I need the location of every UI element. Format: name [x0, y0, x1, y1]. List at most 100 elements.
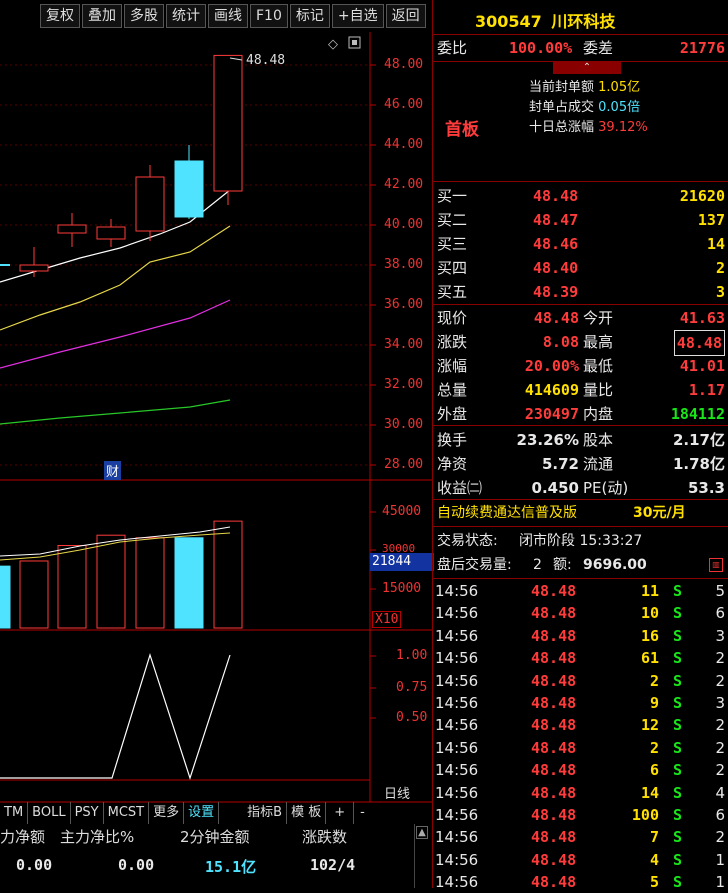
price-tick-label: 32.00 [384, 377, 424, 392]
fund-label: 换手 [437, 431, 468, 449]
tick-side: S [673, 806, 683, 824]
volume-bar [57, 545, 87, 629]
diamond-icon[interactable]: ◇ [328, 37, 338, 52]
flow-header-2min: 2分钟金额 [180, 828, 250, 846]
period-label[interactable]: 日线 [384, 783, 410, 802]
ind-tick-05: 0.50 [396, 710, 428, 725]
flow-header-updown: 涨跌数 [302, 828, 348, 846]
chart-icon[interactable]: ▥ [709, 558, 723, 572]
collapse-chevron-icon[interactable]: ⌃ [553, 62, 621, 74]
tick-time: 14:56 [435, 828, 479, 847]
bid-price: 48.46 [533, 235, 579, 253]
tick-count: 3 [715, 626, 725, 645]
ind-tick-075: 0.75 [396, 680, 428, 695]
tick-volume: 5 [649, 873, 659, 892]
tick-side: S [673, 783, 683, 802]
fund-value-2: 1.78亿 [672, 455, 725, 473]
scroll-up-icon[interactable]: ▲ [416, 826, 428, 839]
tab-plus[interactable]: + [326, 802, 355, 824]
volume-bar [96, 534, 126, 629]
price-tick-label: 38.00 [384, 257, 424, 272]
tick-row: 14:56 48.48 2 S 2 [433, 737, 728, 759]
bid-price: 48.47 [533, 211, 579, 229]
bid-label: 买四 [437, 259, 468, 277]
ma-line [0, 399, 231, 425]
tick-volume: 4 [649, 850, 659, 869]
fund-value: 0.450 [531, 479, 579, 497]
quote-value-2: 41.01 [679, 357, 725, 375]
flow-scrollbar[interactable]: ▲ [414, 824, 429, 888]
tick-time: 14:56 [435, 626, 479, 645]
quote-value: 230497 [524, 405, 579, 423]
tab-indicator-b[interactable]: 指标B [243, 802, 288, 824]
bid-label: 买五 [437, 283, 468, 301]
tick-count: 2 [715, 828, 725, 847]
tick-row: 14:56 48.48 11 S 5 [433, 580, 728, 602]
stock-header: 300547 川环科技 [475, 8, 615, 32]
bid-label: 买一 [437, 187, 468, 205]
bid-row[interactable]: 买一 48.48 21620 [433, 184, 728, 208]
tick-row: 14:56 48.48 4 S 1 [433, 849, 728, 871]
tick-volume: 11 [640, 582, 659, 600]
tick-volume: 9 [649, 694, 659, 712]
quote-label-2: 最高 [583, 333, 614, 351]
trade-status-row: 交易状态: 闭市阶段 15:33:27 [437, 533, 643, 549]
tab-mcst[interactable]: MCST [104, 802, 150, 824]
tab-tm[interactable]: TM [0, 802, 29, 824]
tick-count: 2 [715, 761, 725, 780]
tick-time: 14:56 [435, 783, 479, 802]
tick-row: 14:56 48.48 7 S 2 [433, 826, 728, 848]
kline-chart[interactable]: ◇ [0, 0, 432, 888]
tick-count: 3 [715, 694, 725, 712]
bid-row[interactable]: 买二 48.47 137 [433, 208, 728, 232]
tick-price: 48.48 [531, 761, 577, 780]
tick-side: S [673, 626, 683, 645]
candle [57, 224, 87, 234]
tick-time: 14:56 [435, 738, 479, 757]
tab-boll[interactable]: BOLL [28, 802, 71, 824]
flow-net-value: 0.00 [16, 856, 53, 874]
fund-label-2: 股本 [583, 431, 614, 449]
tab-settings[interactable]: 设置 [184, 802, 220, 824]
order-diff-value: 21776 [679, 39, 725, 57]
bid-volume: 21620 [679, 187, 725, 205]
tick-time: 14:56 [435, 850, 479, 869]
bid-price: 48.40 [533, 259, 579, 277]
price-tick-label: 34.00 [384, 337, 424, 352]
tick-price: 48.48 [531, 783, 577, 802]
bid-row[interactable]: 买三 48.46 14 [433, 232, 728, 256]
quote-row: 外盘 230497 内盘 184112 [433, 402, 728, 426]
tick-row: 14:56 48.48 9 S 3 [433, 692, 728, 714]
ma-line [0, 225, 231, 331]
tick-volume: 10 [640, 604, 659, 623]
stock-code: 300547 [475, 12, 542, 31]
tick-side: S [673, 716, 683, 735]
tab-psy[interactable]: PSY [71, 802, 104, 824]
ad-banner[interactable]: 自动续费通达信普及版 30元/月 [433, 501, 728, 525]
tick-count: 1 [715, 850, 725, 869]
tick-side: S [673, 604, 683, 623]
tick-volume: 61 [640, 649, 659, 668]
quote-row: 涨跌 8.08 最高 48.48 [433, 330, 728, 356]
bid-row[interactable]: 买四 48.40 2 [433, 256, 728, 280]
stock-name: 川环科技 [551, 12, 616, 31]
tab-minus[interactable]: - [354, 802, 371, 824]
tab-template[interactable]: 模 板 [287, 802, 327, 824]
tick-side: S [673, 873, 683, 892]
tab-more[interactable]: 更多 [149, 802, 185, 824]
tick-volume: 6 [649, 761, 659, 780]
event-tag[interactable]: 财 [104, 461, 122, 480]
tick-price: 48.48 [531, 671, 577, 690]
bid-volume: 137 [697, 211, 725, 229]
tick-row: 14:56 48.48 14 S 4 [433, 782, 728, 804]
fund-label-2: PE(动) [583, 479, 629, 497]
flow-ratio-value: 0.00 [118, 856, 155, 874]
tick-count: 1 [715, 873, 725, 892]
quote-value-2: 48.48 [673, 330, 725, 356]
bid-row[interactable]: 买五 48.39 3 [433, 280, 728, 304]
ind-tick-1: 1.00 [396, 648, 428, 663]
tick-side: S [673, 828, 683, 847]
quote-row: 涨幅 20.00% 最低 41.01 [433, 354, 728, 378]
tick-time: 14:56 [435, 716, 479, 735]
fundamental-row: 收益㈡ 0.450 PE(动) 53.3 [433, 476, 728, 500]
